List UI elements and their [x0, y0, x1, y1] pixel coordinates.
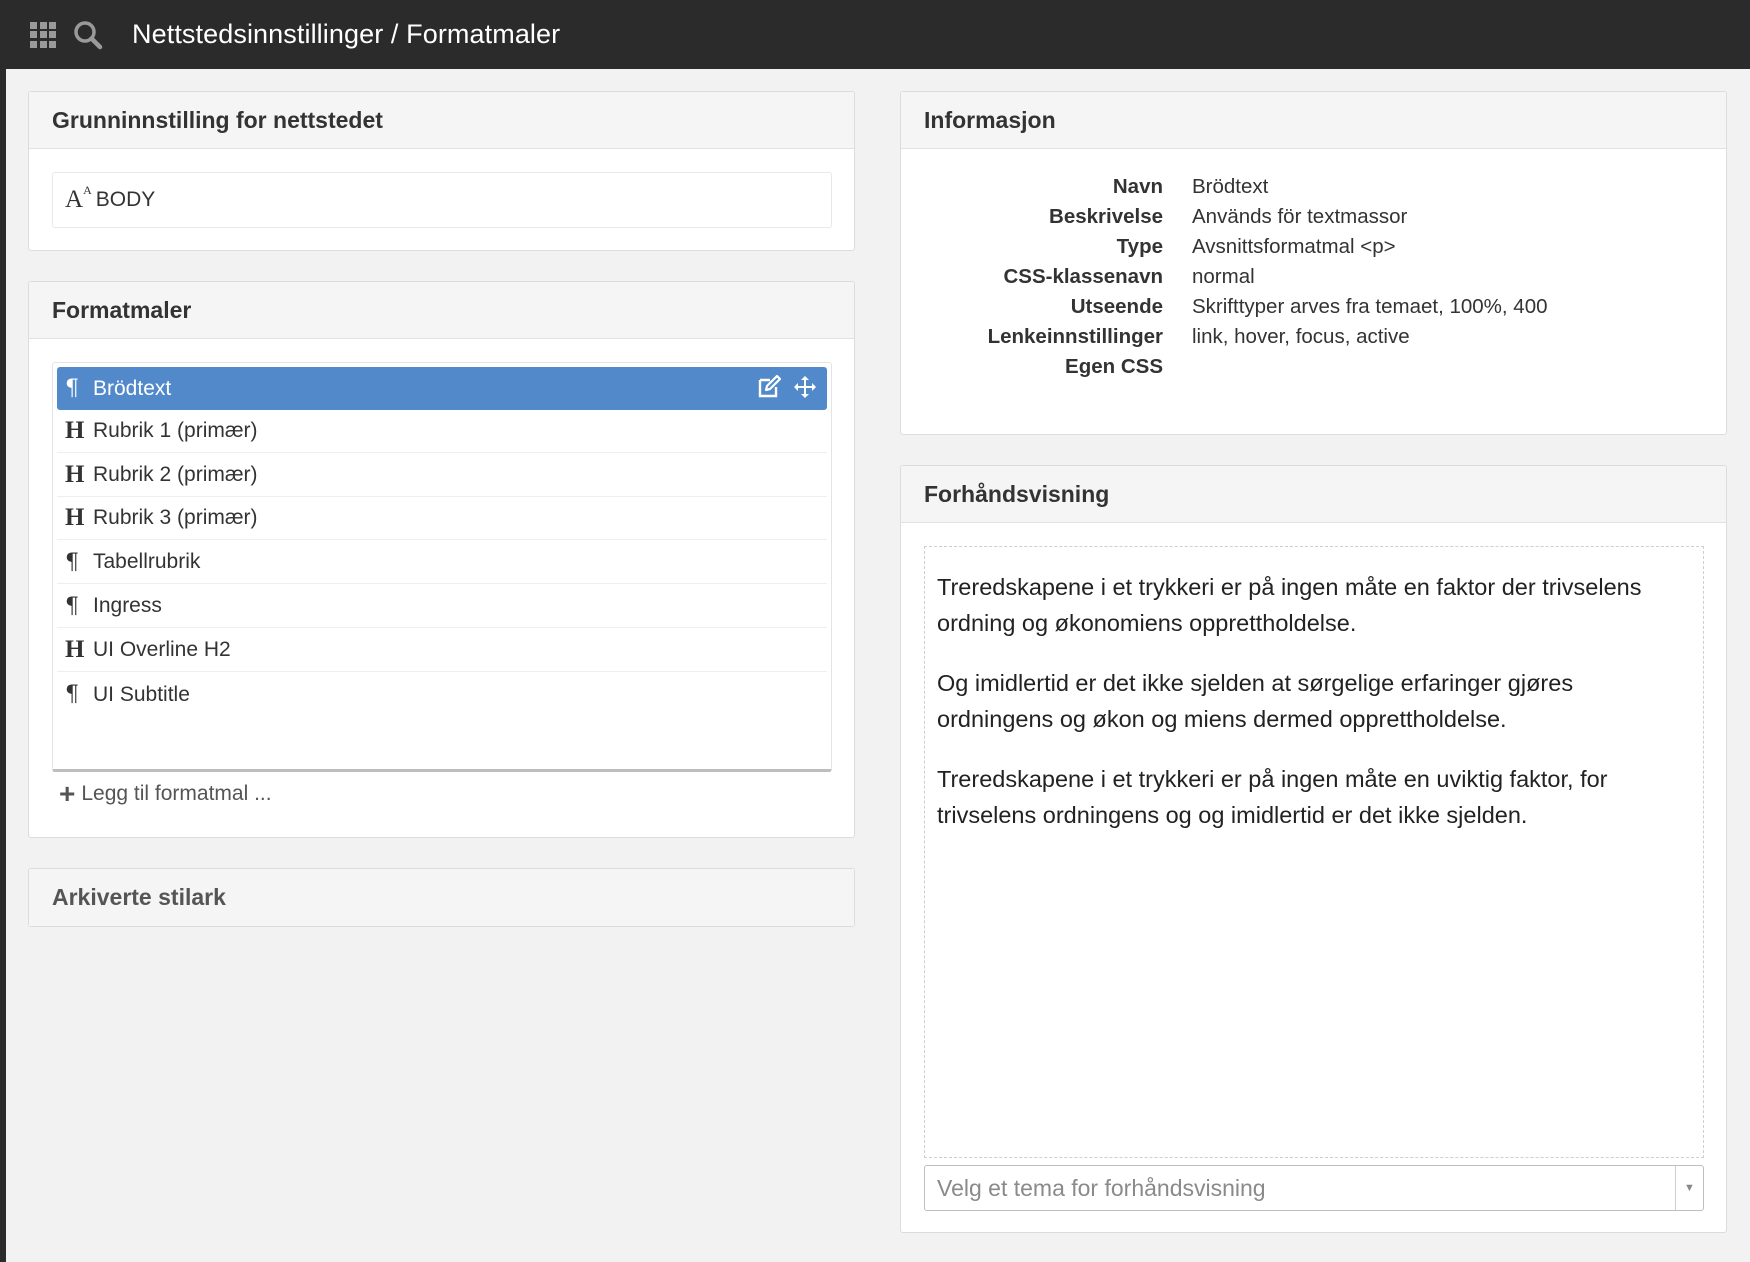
plus-icon: +: [59, 778, 76, 809]
info-key: Utseende: [1070, 295, 1163, 318]
info-row-name: Navn Brödtext: [901, 172, 1728, 202]
info-row-link-settings: Lenkeinnstillinger link, hover, focus, a…: [901, 322, 1728, 352]
format-item-rubrik-3[interactable]: H Rubrik 3 (primær): [57, 497, 827, 540]
paragraph-icon: ¶: [65, 593, 79, 619]
info-value: Används för textmassor: [1192, 205, 1408, 228]
info-key: Lenkeinnstillinger: [987, 325, 1163, 348]
window-left-edge: [0, 0, 6, 1262]
format-item-ingress[interactable]: ¶ Ingress: [57, 585, 827, 628]
format-item-label: Tabellrubrik: [93, 550, 201, 573]
base-settings-panel: Grunninnstilling for nettstedet AA BODY: [28, 91, 855, 251]
preview-area: Treredskapene i et trykkeri er på ingen …: [924, 546, 1704, 1158]
heading-icon: H: [65, 417, 85, 444]
preview-panel: Forhåndsvisning Treredskapene i et trykk…: [900, 465, 1727, 1233]
archived-stylesheets-panel[interactable]: Arkiverte stilark: [28, 868, 855, 927]
info-list: Navn Brödtext Beskrivelse Används för te…: [901, 172, 1728, 382]
heading-icon: H: [65, 461, 85, 488]
info-key: Navn: [1112, 175, 1163, 198]
info-row-description: Beskrivelse Används för textmassor: [901, 202, 1728, 232]
font-size-icon: AA: [65, 182, 92, 213]
top-bar: Nettstedsinnstillinger / Formatmaler: [0, 0, 1750, 69]
format-item-ui-overline-h2[interactable]: H UI Overline H2: [57, 629, 827, 672]
info-value: link, hover, focus, active: [1192, 325, 1410, 348]
info-key: Type: [1116, 235, 1163, 258]
info-panel: Informasjon Navn Brödtext Beskrivelse An…: [900, 91, 1727, 435]
body-style-item[interactable]: AA BODY: [52, 172, 832, 228]
formats-title: Formatmaler: [29, 282, 854, 339]
preview-title: Forhåndsvisning: [901, 466, 1726, 523]
body-style-label: BODY: [95, 188, 156, 211]
format-item-ui-subtitle[interactable]: ¶ UI Subtitle: [57, 673, 827, 716]
paragraph-icon: ¶: [65, 682, 79, 707]
chevron-down-icon[interactable]: ▼: [1675, 1166, 1703, 1210]
page-title: Nettstedsinnstillinger / Formatmaler: [132, 19, 561, 49]
preview-paragraph: Treredskapene i et trykkeri er på ingen …: [937, 766, 1608, 828]
format-item-label: Rubrik 2 (primær): [93, 463, 258, 486]
format-item-label: Rubrik 1 (primær): [93, 419, 258, 442]
format-item-label: Ingress: [93, 594, 162, 617]
info-key: Beskrivelse: [1049, 205, 1163, 228]
info-key: Egen CSS: [1065, 355, 1163, 378]
format-item-rubrik-2[interactable]: H Rubrik 2 (primær): [57, 454, 827, 497]
format-item-label: Brödtext: [93, 376, 172, 400]
add-format-button[interactable]: + Legg til formatmal ...: [59, 780, 272, 808]
format-item-brodtext[interactable]: ¶ Brödtext: [57, 367, 827, 410]
format-item-label: Rubrik 3 (primær): [93, 506, 258, 529]
format-item-rubrik-1[interactable]: H Rubrik 1 (primær): [57, 410, 827, 453]
info-key: CSS-klassenavn: [1003, 265, 1163, 288]
info-value: Avsnittsformatmal <p>: [1192, 235, 1396, 258]
info-value: Skrifttyper arves fra temaet, 100%, 400: [1192, 295, 1548, 318]
paragraph-icon: ¶: [65, 376, 79, 401]
formats-panel: Formatmaler ¶ Brödtext H Rubrik 1 (primæ…: [28, 281, 855, 838]
info-row-css-class: CSS-klassenavn normal: [901, 262, 1728, 292]
info-title: Informasjon: [901, 92, 1726, 149]
info-row-appearance: Utseende Skrifttyper arves fra temaet, 1…: [901, 292, 1728, 322]
search-icon[interactable]: [72, 19, 104, 51]
heading-icon: H: [65, 504, 85, 531]
apps-grid-icon[interactable]: [30, 21, 56, 48]
base-settings-title: Grunninnstilling for nettstedet: [29, 92, 854, 149]
paragraph-icon: ¶: [65, 549, 79, 575]
theme-select[interactable]: Velg et tema for forhåndsvisning ▼: [924, 1165, 1704, 1211]
theme-select-placeholder: Velg et tema for forhåndsvisning: [937, 1174, 1266, 1201]
edit-icon[interactable]: [757, 374, 782, 405]
info-row-custom-css: Egen CSS: [901, 352, 1728, 382]
archived-stylesheets-title: Arkiverte stilark: [29, 869, 854, 926]
preview-paragraph: Og imidlertid er det ikke sjelden at sør…: [937, 670, 1574, 732]
move-icon[interactable]: [793, 375, 817, 405]
info-value: normal: [1192, 265, 1255, 288]
info-row-type: Type Avsnittsformatmal <p>: [901, 232, 1728, 262]
heading-icon: H: [65, 636, 85, 663]
format-item-label: UI Overline H2: [93, 638, 231, 661]
format-item-label: UI Subtitle: [93, 682, 190, 706]
format-item-tabellrubrik[interactable]: ¶ Tabellrubrik: [57, 541, 827, 584]
preview-paragraph: Treredskapene i et trykkeri er på ingen …: [937, 574, 1642, 636]
info-value: Brödtext: [1192, 175, 1269, 198]
add-format-label: Legg til formatmal ...: [81, 782, 272, 805]
formats-list: ¶ Brödtext H Rubrik 1 (primær) H Rubrik …: [52, 362, 832, 772]
